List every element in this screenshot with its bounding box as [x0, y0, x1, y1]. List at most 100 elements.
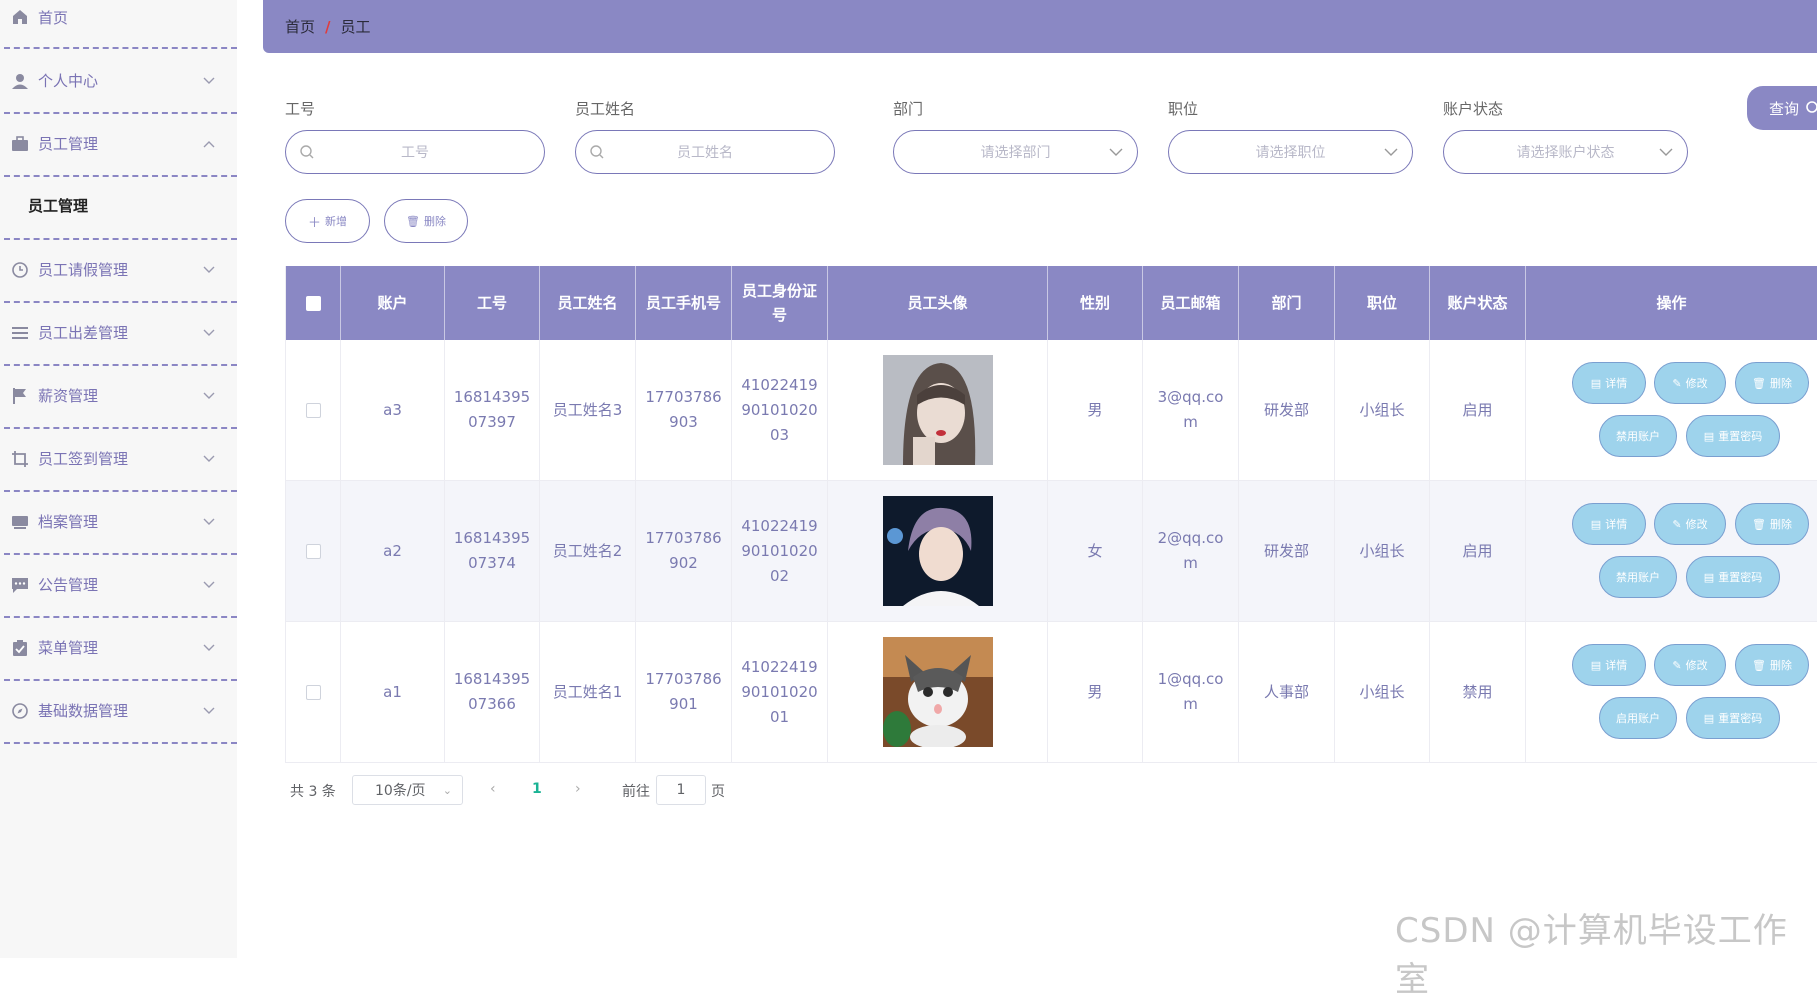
chevron-down-icon [203, 704, 215, 718]
page-size-select[interactable]: 10条/页 ⌄ [352, 775, 463, 805]
account-cell: a1 [341, 622, 445, 763]
id-card-cell: 410224199010102002 [732, 481, 828, 622]
position-cell: 小组长 [1335, 622, 1430, 763]
delete-row-button[interactable]: 🗑删除 [1735, 362, 1809, 404]
toggle-account-button[interactable]: 禁用账户 [1599, 556, 1677, 598]
breadcrumb-home[interactable]: 首页 [285, 16, 315, 37]
name-cell: 员工姓名2 [540, 481, 636, 622]
chevron-down-icon [203, 326, 215, 340]
sidebar-item-label: 员工签到管理 [38, 448, 128, 469]
column-header: 工号 [445, 266, 540, 340]
delete-row-button[interactable]: 🗑删除 [1735, 503, 1809, 545]
home-icon [11, 8, 29, 26]
sidebar-item[interactable]: 公告管理 [0, 553, 237, 616]
toggle-account-button[interactable]: 禁用账户 [1599, 415, 1677, 457]
sidebar-item[interactable]: 员工请假管理 [0, 238, 237, 301]
field-placeholder: 工号 [401, 142, 429, 162]
reset-icon: ▤ [1704, 565, 1714, 590]
avatar [836, 637, 1039, 747]
edit-button[interactable]: ✎修改 [1654, 503, 1726, 545]
dept-cell: 研发部 [1239, 481, 1335, 622]
select-all-checkbox[interactable] [306, 296, 321, 311]
button-label: 重置密码 [1718, 424, 1762, 449]
field-label: 工号 [285, 98, 315, 119]
select-field[interactable]: 请选择部门 [893, 130, 1138, 174]
page-number[interactable]: 1 [532, 781, 542, 797]
chat-icon [11, 576, 29, 594]
trash-icon: 🗑 [1752, 371, 1766, 396]
breadcrumb-current: 员工 [341, 16, 371, 37]
submenu-item[interactable]: 员工管理 [28, 195, 88, 216]
table-row: a11681439507366员工姓名117703786901410224199… [286, 622, 1817, 763]
detail-icon: ▤ [1591, 653, 1601, 678]
compass-icon [11, 702, 29, 720]
detail-button[interactable]: ▤详情 [1572, 644, 1646, 686]
toggle-account-button[interactable]: 启用账户 [1599, 697, 1677, 739]
flag-icon [11, 387, 29, 405]
chevron-down-icon: ⌄ [443, 784, 452, 797]
employee-table: 账户工号员工姓名员工手机号员工身份证号员工头像性别员工邮箱部门职位账户状态操作 … [285, 266, 1817, 763]
search-input[interactable]: 员工姓名 [575, 130, 835, 174]
button-label: 删除 [1770, 512, 1792, 537]
button-label: 详情 [1605, 653, 1627, 678]
button-label: 禁用账户 [1616, 424, 1660, 449]
operations-cell: ▤详情✎修改🗑删除禁用账户▤重置密码 [1526, 481, 1817, 622]
reset-icon: ▤ [1704, 706, 1714, 731]
goto-prefix: 前往 [622, 781, 650, 801]
emp-no-cell: 1681439507374 [445, 481, 540, 622]
chevron-down-icon [1659, 143, 1675, 161]
sidebar-item[interactable]: 员工出差管理 [0, 301, 237, 364]
reset-password-button[interactable]: ▤重置密码 [1686, 697, 1780, 739]
detail-button[interactable]: ▤详情 [1572, 362, 1646, 404]
button-label: 修改 [1686, 653, 1708, 678]
sidebar-item[interactable]: 员工管理 [0, 112, 237, 175]
reset-password-button[interactable]: ▤重置密码 [1686, 556, 1780, 598]
pagination-total: 共 3 条 [290, 781, 336, 801]
delete-button[interactable]: 🗑 删除 [384, 199, 468, 243]
row-checkbox[interactable] [306, 403, 321, 418]
button-label: 修改 [1686, 512, 1708, 537]
edit-button[interactable]: ✎修改 [1654, 644, 1726, 686]
sidebar-item[interactable]: 员工签到管理 [0, 427, 237, 490]
sidebar-item[interactable]: 薪资管理 [0, 364, 237, 427]
sidebar-item[interactable]: 档案管理 [0, 490, 237, 553]
reset-icon: ▤ [1704, 424, 1714, 449]
row-checkbox-cell [286, 340, 341, 481]
sidebar-item[interactable]: 个人中心 [0, 49, 237, 112]
row-checkbox[interactable] [306, 544, 321, 559]
column-header: 员工邮箱 [1143, 266, 1239, 340]
select-field[interactable]: 请选择职位 [1168, 130, 1413, 174]
edit-button[interactable]: ✎修改 [1654, 362, 1726, 404]
field-placeholder: 请选择职位 [1256, 142, 1326, 162]
edit-icon: ✎ [1672, 512, 1681, 537]
breadcrumb: 首页 / 员工 [263, 0, 1817, 53]
button-label: 删除 [1770, 653, 1792, 678]
goto-page-input[interactable]: 1 [656, 775, 706, 805]
chevron-down-icon [1109, 143, 1125, 161]
row-checkbox[interactable] [306, 685, 321, 700]
column-header: 职位 [1335, 266, 1430, 340]
reset-password-button[interactable]: ▤重置密码 [1686, 415, 1780, 457]
query-button[interactable]: 查询 [1747, 86, 1817, 130]
sidebar-item-label: 菜单管理 [38, 637, 98, 658]
watermark: CSDN @计算机毕设工作室 [1395, 903, 1817, 1001]
select-field[interactable]: 请选择账户状态 [1443, 130, 1688, 174]
detail-button[interactable]: ▤详情 [1572, 503, 1646, 545]
delete-row-button[interactable]: 🗑删除 [1735, 644, 1809, 686]
chevron-down-icon [203, 389, 215, 403]
avatar [836, 355, 1039, 465]
sidebar-item[interactable]: 首页 [0, 0, 237, 34]
next-page-icon[interactable]: › [575, 781, 581, 797]
emp-no-cell: 1681439507397 [445, 340, 540, 481]
prev-page-icon[interactable]: ‹ [490, 781, 496, 797]
search-input[interactable]: 工号 [285, 130, 545, 174]
user-icon [11, 72, 29, 90]
button-label: 启用账户 [1616, 706, 1660, 731]
add-button[interactable]: ＋ 新增 [285, 199, 370, 243]
column-header: 账户状态 [1430, 266, 1526, 340]
chevron-down-icon [203, 452, 215, 466]
chevron-down-icon [1384, 143, 1400, 161]
sidebar-item[interactable]: 菜单管理 [0, 616, 237, 679]
sidebar-item-label: 档案管理 [38, 511, 98, 532]
sidebar-item[interactable]: 基础数据管理 [0, 679, 237, 742]
